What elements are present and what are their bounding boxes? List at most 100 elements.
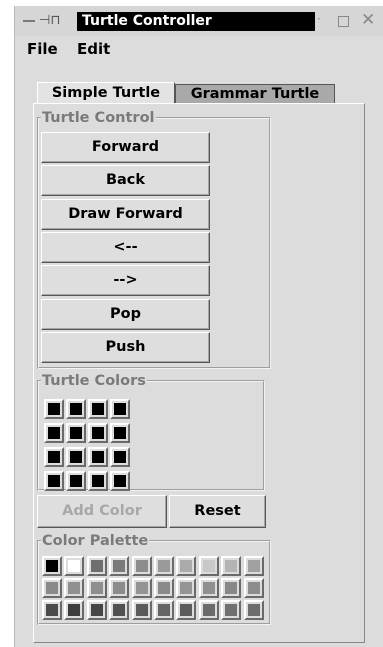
- palette-color-swatch[interactable]: [86, 556, 107, 576]
- turtle-color-swatch[interactable]: [88, 471, 108, 491]
- swatch-fill: [202, 582, 215, 594]
- swatch-fill: [202, 604, 215, 616]
- turtle-controller-window: ⊣⊓ Turtle Controller · ✕ File Edit Simpl…: [14, 6, 383, 647]
- turtle-color-swatch[interactable]: [110, 399, 130, 419]
- swatch-fill: [135, 582, 148, 594]
- swatch-fill: [70, 475, 82, 487]
- turtle-color-swatch[interactable]: [66, 471, 86, 491]
- palette-color-swatch[interactable]: [131, 578, 152, 598]
- reset-button[interactable]: Reset: [169, 495, 266, 528]
- swatch-fill: [247, 604, 260, 616]
- palette-color-swatch[interactable]: [154, 556, 174, 576]
- close-icon[interactable]: ✕: [361, 10, 375, 30]
- turtle-color-swatch[interactable]: [44, 399, 64, 419]
- turtle-color-swatch[interactable]: [88, 447, 108, 467]
- palette-color-swatch[interactable]: [176, 556, 197, 576]
- back-button[interactable]: Back: [41, 165, 210, 197]
- palette-color-swatch[interactable]: [86, 578, 107, 598]
- palette-color-swatch[interactable]: [176, 600, 197, 620]
- palette-color-swatch[interactable]: [243, 600, 264, 620]
- swatch-fill: [113, 560, 126, 572]
- palette-color-swatch[interactable]: [109, 578, 130, 598]
- turtle-color-swatch[interactable]: [44, 423, 64, 443]
- palette-color-swatch[interactable]: [154, 600, 174, 620]
- minimize-icon[interactable]: ·: [317, 12, 321, 26]
- swatch-fill: [158, 604, 170, 616]
- palette-color-swatch[interactable]: [221, 578, 242, 598]
- palette-color-swatch[interactable]: [42, 578, 62, 598]
- window-menu-icon[interactable]: [23, 20, 35, 22]
- palette-color-swatch[interactable]: [198, 600, 219, 620]
- swatch-fill: [68, 582, 81, 594]
- turtle-color-swatch[interactable]: [66, 399, 86, 419]
- turtle-color-swatch[interactable]: [66, 447, 86, 467]
- title-bar[interactable]: ⊣⊓ Turtle Controller · ✕: [15, 6, 383, 36]
- turn-right-button[interactable]: -->: [41, 265, 210, 297]
- palette-color-swatch[interactable]: [221, 556, 242, 576]
- turtle-color-swatch[interactable]: [44, 447, 64, 467]
- tab-simple-turtle[interactable]: Simple Turtle: [37, 82, 175, 104]
- swatch-fill: [114, 403, 126, 415]
- swatch-fill: [180, 604, 193, 616]
- palette-color-swatch[interactable]: [243, 556, 264, 576]
- swatch-fill: [180, 560, 193, 572]
- turtle-color-swatch[interactable]: [88, 399, 108, 419]
- push-button[interactable]: Push: [41, 331, 210, 363]
- swatch-fill: [90, 582, 103, 594]
- turtle-color-swatch[interactable]: [88, 423, 108, 443]
- swatch-fill: [70, 427, 82, 439]
- palette-color-swatch[interactable]: [243, 578, 264, 598]
- palette-color-swatch[interactable]: [131, 600, 152, 620]
- swatch-fill: [92, 403, 104, 415]
- swatch-fill: [48, 427, 60, 439]
- swatch-fill: [70, 403, 82, 415]
- swatch-fill: [114, 475, 126, 487]
- turtle-color-swatch[interactable]: [110, 447, 130, 467]
- tab-grammar-turtle[interactable]: Grammar Turtle: [175, 84, 335, 104]
- swatch-fill: [68, 560, 81, 572]
- palette-color-swatch[interactable]: [198, 578, 219, 598]
- swatch-fill: [70, 451, 82, 463]
- swatch-fill: [48, 451, 60, 463]
- pin-icon[interactable]: ⊣⊓: [39, 13, 60, 29]
- menu-edit[interactable]: Edit: [77, 40, 110, 58]
- palette-color-swatch[interactable]: [42, 556, 62, 576]
- swatch-fill: [48, 475, 60, 487]
- maximize-icon[interactable]: [338, 16, 349, 27]
- swatch-fill: [247, 560, 260, 572]
- swatch-fill: [48, 403, 60, 415]
- turtle-color-swatch[interactable]: [110, 471, 130, 491]
- menu-bar: File Edit: [15, 38, 383, 62]
- forward-button[interactable]: Forward: [41, 132, 210, 163]
- palette-color-swatch[interactable]: [109, 600, 130, 620]
- palette-color-swatch[interactable]: [176, 578, 197, 598]
- swatch-fill: [135, 560, 148, 572]
- swatch-fill: [113, 604, 126, 616]
- swatch-fill: [92, 475, 104, 487]
- palette-color-swatch[interactable]: [64, 600, 85, 620]
- palette-color-swatch[interactable]: [131, 556, 152, 576]
- palette-color-swatch[interactable]: [109, 556, 130, 576]
- turtle-color-swatch[interactable]: [44, 471, 64, 491]
- swatch-fill: [225, 560, 238, 572]
- palette-color-swatch[interactable]: [42, 600, 62, 620]
- turtle-color-swatch[interactable]: [110, 423, 130, 443]
- swatch-fill: [114, 451, 126, 463]
- palette-color-swatch[interactable]: [198, 556, 219, 576]
- swatch-fill: [114, 427, 126, 439]
- swatch-fill: [158, 582, 170, 594]
- palette-color-swatch[interactable]: [64, 556, 85, 576]
- draw-forward-button[interactable]: Draw Forward: [41, 198, 210, 230]
- palette-color-swatch[interactable]: [221, 600, 242, 620]
- swatch-fill: [225, 604, 238, 616]
- turn-left-button[interactable]: <--: [41, 231, 210, 263]
- turtle-color-swatch[interactable]: [66, 423, 86, 443]
- window-title: Turtle Controller: [77, 12, 315, 31]
- palette-color-swatch[interactable]: [64, 578, 85, 598]
- swatch-fill: [247, 582, 260, 594]
- palette-color-swatch[interactable]: [86, 600, 107, 620]
- menu-file[interactable]: File: [27, 40, 58, 58]
- pop-button[interactable]: Pop: [41, 298, 210, 330]
- add-color-button[interactable]: Add Color: [37, 495, 167, 528]
- palette-color-swatch[interactable]: [154, 578, 174, 598]
